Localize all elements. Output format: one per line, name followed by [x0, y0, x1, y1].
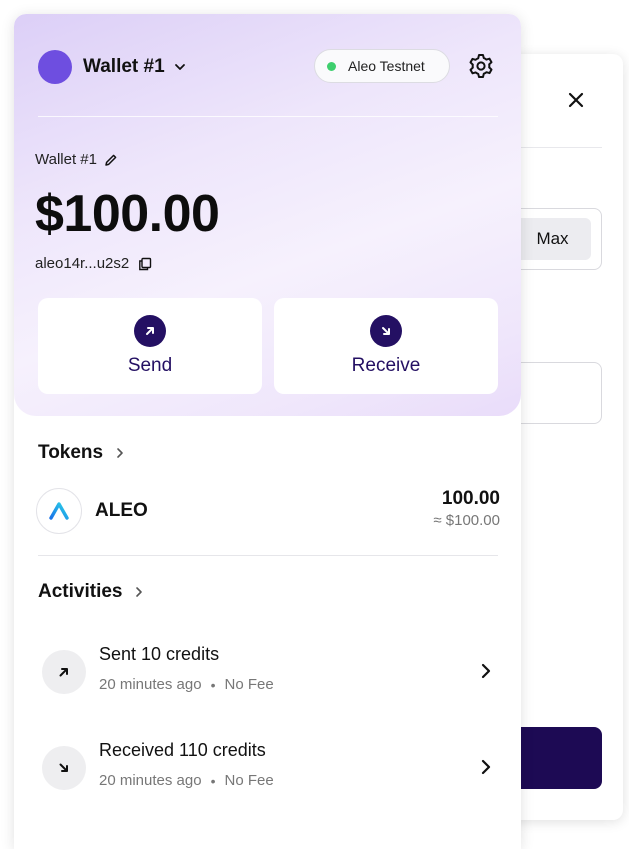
- activity-fee: No Fee: [224, 772, 274, 789]
- token-symbol: ALEO: [95, 500, 148, 521]
- account-header: Wallet #1 Aleo Testnet Wallet #1 $100.00…: [14, 14, 521, 416]
- tokens-heading: Tokens: [38, 442, 104, 463]
- activity-title: Sent 10 credits: [99, 644, 220, 664]
- tokens-section-link[interactable]: Tokens: [38, 442, 125, 464]
- network-label: Aleo Testnet: [348, 58, 425, 74]
- activity-item[interactable]: Received 110 credits 20 minutes ago • No…: [42, 736, 502, 800]
- activities-heading: Activities: [38, 581, 123, 602]
- token-fiat-value: ≈ $100.00: [433, 512, 500, 529]
- close-icon[interactable]: [562, 86, 590, 114]
- background-divider: [518, 147, 602, 148]
- activity-fee: No Fee: [224, 676, 274, 693]
- wallet-name: Wallet #1: [83, 56, 165, 77]
- wallet-address: aleo14r...u2s2: [35, 255, 130, 272]
- arrow-down-right-icon: [42, 746, 86, 790]
- account-name-edit[interactable]: Wallet #1: [35, 151, 118, 168]
- max-button[interactable]: Max: [514, 218, 591, 260]
- send-label: Send: [127, 355, 173, 376]
- address-copy[interactable]: aleo14r...u2s2: [35, 255, 152, 272]
- account-name: Wallet #1: [35, 151, 97, 168]
- pencil-icon: [104, 153, 118, 167]
- token-row-aleo[interactable]: ALEO 100.00 ≈ $100.00: [36, 484, 500, 536]
- copy-icon: [138, 257, 152, 271]
- activity-meta: 20 minutes ago • No Fee: [99, 772, 274, 789]
- balance-amount: $100.00: [35, 185, 220, 243]
- arrow-down-right-icon: [370, 315, 402, 347]
- chevron-right-icon: [134, 585, 144, 599]
- aleo-logo-icon: [36, 488, 82, 534]
- wallet-panel: Wallet #1 Aleo Testnet Wallet #1 $100.00…: [14, 14, 521, 849]
- arrow-up-right-icon: [134, 315, 166, 347]
- header-divider: [38, 116, 498, 117]
- avatar: [38, 50, 72, 84]
- separator-dot: •: [210, 772, 216, 789]
- section-divider: [38, 555, 498, 556]
- activity-time: 20 minutes ago: [99, 772, 202, 789]
- chevron-right-icon: [480, 758, 492, 776]
- receive-button[interactable]: Receive: [274, 298, 498, 394]
- activity-title: Received 110 credits: [99, 740, 266, 760]
- activity-time: 20 minutes ago: [99, 676, 202, 693]
- chevron-right-icon: [480, 662, 492, 680]
- chevron-down-icon: [173, 60, 187, 74]
- receive-label: Receive: [351, 355, 421, 376]
- network-badge[interactable]: Aleo Testnet: [314, 49, 450, 83]
- token-amount: 100.00: [441, 488, 500, 509]
- activity-item[interactable]: Sent 10 credits 20 minutes ago • No Fee: [42, 640, 502, 704]
- separator-dot: •: [210, 676, 216, 693]
- arrow-up-right-icon: [42, 650, 86, 694]
- network-status-dot: [327, 61, 336, 71]
- gear-icon[interactable]: [467, 52, 495, 80]
- chevron-right-icon: [115, 446, 125, 460]
- wallet-switcher[interactable]: Wallet #1: [38, 50, 187, 84]
- activity-meta: 20 minutes ago • No Fee: [99, 676, 274, 693]
- send-button[interactable]: Send: [38, 298, 262, 394]
- activities-section-link[interactable]: Activities: [38, 581, 144, 603]
